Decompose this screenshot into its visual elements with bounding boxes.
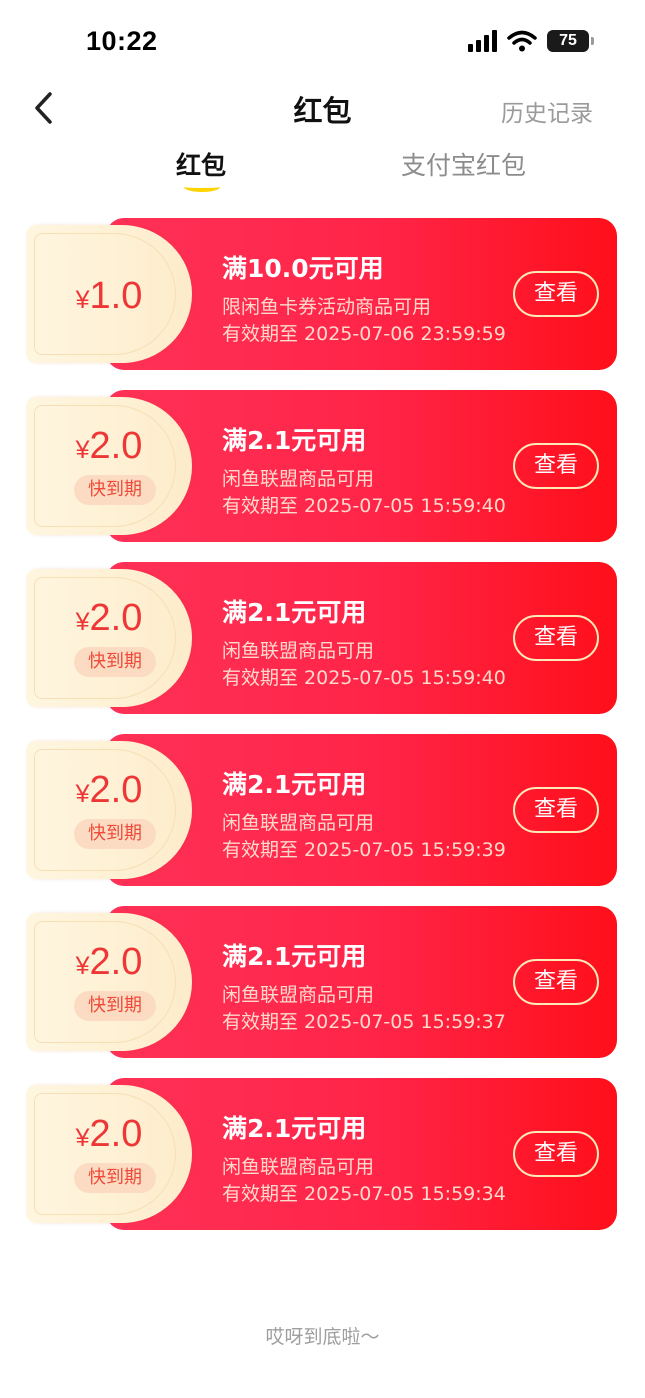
- coupon-scope: 闲鱼联盟商品可用: [222, 468, 375, 490]
- coupon-amount-panel: ¥1.0: [26, 225, 192, 363]
- coupon-amount: ¥2.0: [26, 597, 192, 640]
- coupon-amount-value: 2.0: [89, 597, 143, 639]
- coupon-amount-value: 1.0: [89, 275, 143, 317]
- coupon-amount: ¥2.0: [26, 769, 192, 812]
- coupon-amount: ¥2.0: [26, 425, 192, 468]
- coupon-threshold: 满2.1元可用: [222, 598, 367, 627]
- coupon-card: ¥2.0 快到期 满2.1元可用 闲鱼联盟商品可用 有效期至 2025-07-0…: [26, 562, 617, 714]
- coupon-amount-value: 2.0: [89, 769, 143, 811]
- coupon-amount: ¥2.0: [26, 941, 192, 984]
- expiring-badge: 快到期: [74, 1163, 156, 1193]
- coupon-amount: ¥1.0: [26, 275, 192, 318]
- coupon-card: ¥2.0 快到期 满2.1元可用 闲鱼联盟商品可用 有效期至 2025-07-0…: [26, 390, 617, 542]
- coupon-expiry: 有效期至 2025-07-05 15:59:39: [222, 839, 506, 861]
- expiring-badge: 快到期: [74, 819, 156, 849]
- active-tab-indicator: [184, 182, 220, 192]
- currency-symbol: ¥: [75, 1124, 90, 1152]
- coupon-amount-panel: ¥2.0 快到期: [26, 397, 192, 535]
- view-button[interactable]: 查看: [513, 1131, 599, 1177]
- cellular-signal-icon: [468, 30, 497, 52]
- tab-red-packet[interactable]: 红包: [176, 146, 226, 182]
- coupon-card: ¥1.0 满10.0元可用 限闲鱼卡券活动商品可用 有效期至 2025-07-0…: [26, 218, 617, 370]
- nav-bar: 红包 历史记录: [0, 80, 645, 136]
- coupon-scope: 闲鱼联盟商品可用: [222, 1156, 375, 1178]
- currency-symbol: ¥: [75, 436, 90, 464]
- coupon-amount-panel: ¥2.0 快到期: [26, 913, 192, 1051]
- list-end-text: 哎呀到底啦～: [265, 1326, 380, 1348]
- coupon-scope: 闲鱼联盟商品可用: [222, 640, 375, 662]
- currency-symbol: ¥: [75, 608, 90, 636]
- coupon-expiry: 有效期至 2025-07-05 15:59:34: [222, 1183, 506, 1205]
- status-bar: 10:22 75: [0, 0, 645, 80]
- coupon-threshold: 满2.1元可用: [222, 426, 367, 455]
- expiring-badge: 快到期: [74, 475, 156, 505]
- coupon-threshold: 满2.1元可用: [222, 1114, 367, 1143]
- coupon-expiry: 有效期至 2025-07-05 15:59:40: [222, 495, 506, 517]
- coupon-threshold: 满2.1元可用: [222, 770, 367, 799]
- view-button[interactable]: 查看: [513, 443, 599, 489]
- coupon-scope: 闲鱼联盟商品可用: [222, 984, 375, 1006]
- coupon-amount-value: 2.0: [89, 1113, 143, 1155]
- wifi-icon: [507, 30, 537, 52]
- coupon-amount-panel: ¥2.0 快到期: [26, 1085, 192, 1223]
- status-time: 10:22: [86, 26, 158, 56]
- currency-symbol: ¥: [75, 286, 90, 314]
- battery-icon: 75: [547, 30, 594, 52]
- view-button[interactable]: 查看: [513, 615, 599, 661]
- coupon-card: ¥2.0 快到期 满2.1元可用 闲鱼联盟商品可用 有效期至 2025-07-0…: [26, 734, 617, 886]
- view-button[interactable]: 查看: [513, 271, 599, 317]
- expiring-badge: 快到期: [74, 647, 156, 677]
- coupon-amount-panel: ¥2.0 快到期: [26, 741, 192, 879]
- history-link[interactable]: 历史记录: [501, 94, 593, 128]
- coupon-card: ¥2.0 快到期 满2.1元可用 闲鱼联盟商品可用 有效期至 2025-07-0…: [26, 1078, 617, 1230]
- coupon-card: ¥2.0 快到期 满2.1元可用 闲鱼联盟商品可用 有效期至 2025-07-0…: [26, 906, 617, 1058]
- status-icons: 75: [468, 30, 594, 52]
- coupon-expiry: 有效期至 2025-07-05 15:59:40: [222, 667, 506, 689]
- coupon-expiry: 有效期至 2025-07-05 15:59:37: [222, 1011, 506, 1033]
- view-button[interactable]: 查看: [513, 787, 599, 833]
- currency-symbol: ¥: [75, 780, 90, 808]
- tab-alipay-red-packet[interactable]: 支付宝红包: [401, 146, 526, 182]
- coupon-expiry: 有效期至 2025-07-06 23:59:59: [222, 323, 506, 345]
- coupon-amount-value: 2.0: [89, 425, 143, 467]
- tab-bar: 红包 支付宝红包: [0, 146, 645, 198]
- coupon-scope: 限闲鱼卡券活动商品可用: [222, 296, 432, 318]
- coupon-amount-value: 2.0: [89, 941, 143, 983]
- expiring-badge: 快到期: [74, 991, 156, 1021]
- view-button[interactable]: 查看: [513, 959, 599, 1005]
- currency-symbol: ¥: [75, 952, 90, 980]
- coupon-amount-panel: ¥2.0 快到期: [26, 569, 192, 707]
- coupon-threshold: 满10.0元可用: [222, 254, 384, 283]
- coupon-threshold: 满2.1元可用: [222, 942, 367, 971]
- coupon-scope: 闲鱼联盟商品可用: [222, 812, 375, 834]
- coupon-amount: ¥2.0: [26, 1113, 192, 1156]
